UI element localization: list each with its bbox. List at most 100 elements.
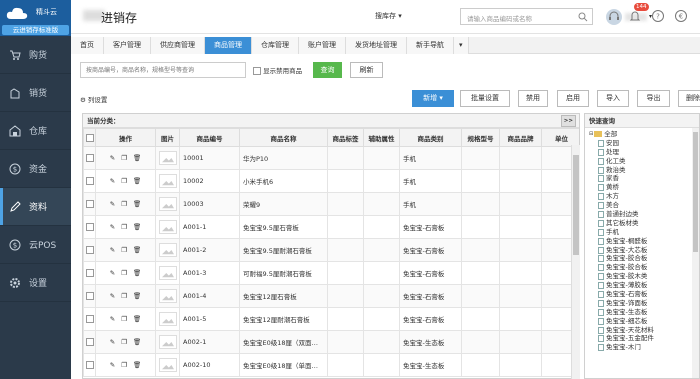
copy-icon[interactable]: ❐ — [121, 315, 127, 323]
edit-icon[interactable]: ✎ — [110, 246, 115, 254]
checkbox[interactable] — [253, 67, 261, 75]
bell-icon[interactable] — [628, 9, 642, 23]
row-checkbox-cell[interactable] — [83, 330, 96, 354]
sidebar-item-purchase[interactable]: 购货 — [0, 36, 71, 74]
sidebar-item-sales[interactable]: 销货 — [0, 74, 71, 112]
edit-icon[interactable]: ✎ — [110, 200, 115, 208]
enable-button[interactable]: 启用 — [557, 90, 589, 107]
copy-icon[interactable]: ❐ — [121, 246, 127, 254]
trash-icon[interactable]: 🗑 — [133, 200, 141, 208]
copy-icon[interactable]: ❐ — [121, 292, 127, 300]
copy-icon[interactable]: ❐ — [121, 361, 127, 369]
help-icon[interactable]: ? — [651, 9, 665, 23]
image-placeholder-icon[interactable] — [158, 220, 177, 234]
checkbox[interactable] — [85, 133, 94, 142]
checkbox[interactable] — [85, 200, 94, 208]
table-row[interactable]: ✎ ❐ 🗑 A001-1 免宝宝9.5厘石膏板 免宝宝-石膏板 — [83, 215, 579, 239]
copy-icon[interactable]: ❐ — [121, 154, 127, 162]
show-disabled-toggle[interactable]: 显示禁用商品 — [253, 65, 302, 75]
row-checkbox-cell[interactable] — [83, 146, 96, 170]
search-icon[interactable] — [578, 12, 588, 22]
table-row[interactable]: ✎ ❐ 🗑 A001-3 可耐福9.5厘耐潮石膏板 免宝宝-石膏板 — [83, 261, 579, 285]
table-row[interactable]: ✎ ❐ 🗑 A002-1 免宝宝E0级18厘（双面… 免宝宝-生态板 — [83, 330, 579, 354]
scroll-thumb[interactable] — [573, 155, 579, 255]
image-placeholder-icon[interactable] — [158, 243, 177, 257]
batch-settings-button[interactable]: 批量设置 — [460, 90, 510, 107]
checkbox[interactable] — [85, 177, 94, 185]
copy-icon[interactable]: ❐ — [121, 338, 127, 346]
sidebar-item-funds[interactable]: $ 资金 — [0, 150, 71, 188]
row-checkbox-cell[interactable] — [83, 307, 96, 331]
tree-node[interactable]: 手机 — [589, 228, 699, 237]
select-all-checkbox[interactable] — [83, 128, 96, 147]
image-placeholder-icon[interactable] — [158, 151, 177, 165]
tree-node[interactable]: 处理 — [589, 148, 699, 157]
checkbox[interactable] — [85, 315, 94, 323]
image-placeholder-icon[interactable] — [158, 266, 177, 280]
copy-icon[interactable]: ❐ — [121, 200, 127, 208]
import-button[interactable]: 导入 — [597, 90, 629, 107]
table-row[interactable]: ✎ ❐ 🗑 10001 华为P10 手机 — [83, 146, 579, 170]
table-row[interactable]: ✎ ❐ 🗑 10002 小米手机6 手机 — [83, 169, 579, 193]
tree-node[interactable]: 家香 — [589, 174, 699, 183]
tab-4[interactable]: 仓库管理 — [252, 37, 299, 54]
copy-icon[interactable]: ❐ — [121, 223, 127, 231]
collapse-tree-button[interactable]: >> — [560, 115, 576, 127]
delete-button[interactable]: 删除 — [678, 90, 700, 107]
edit-icon[interactable]: ✎ — [110, 223, 115, 231]
edit-icon[interactable]: ✎ — [110, 292, 115, 300]
checkbox[interactable] — [85, 269, 94, 277]
row-checkbox-cell[interactable] — [83, 353, 96, 377]
checkbox[interactable] — [85, 338, 94, 346]
image-placeholder-icon[interactable] — [158, 358, 177, 372]
refresh-button[interactable]: 刷新 — [350, 62, 383, 78]
export-button[interactable]: 导出 — [637, 90, 670, 107]
tab-2[interactable]: 供应商管理 — [151, 37, 205, 54]
disable-button[interactable]: 禁用 — [518, 90, 548, 107]
tab-7[interactable]: 新手导航 — [407, 37, 454, 54]
edit-icon[interactable]: ✎ — [110, 154, 115, 162]
grid-scrollbar[interactable] — [571, 145, 580, 379]
tab-3[interactable]: 商品管理 — [205, 37, 252, 54]
sidebar-item-settings[interactable]: 设置 — [0, 264, 71, 302]
new-button[interactable]: 新增 ▾ — [412, 90, 454, 107]
sidebar-item-data[interactable]: 资料 — [0, 188, 71, 226]
tab-5[interactable]: 账户管理 — [299, 37, 346, 54]
tree-node[interactable]: 其它板材类 — [589, 219, 699, 228]
trash-icon[interactable]: 🗑 — [133, 361, 141, 369]
tab-6[interactable]: 发货地址管理 — [346, 37, 407, 54]
tree-node[interactable]: 免宝宝-胶木类 — [589, 272, 699, 281]
image-placeholder-icon[interactable] — [158, 197, 177, 211]
tree-node[interactable]: 免宝宝-细芯板 — [589, 317, 699, 326]
image-placeholder-icon[interactable] — [158, 174, 177, 188]
tree-node[interactable]: 黄桥 — [589, 183, 699, 192]
table-row[interactable]: ✎ ❐ 🗑 A002-10 免宝宝E0级18厘（单面… 免宝宝-生态板 — [83, 353, 579, 377]
tree-node[interactable]: 美合 — [589, 201, 699, 210]
edit-icon[interactable]: ✎ — [110, 338, 115, 346]
sidebar-item-warehouse[interactable]: 仓库 — [0, 112, 71, 150]
tab-more-chevron-down-icon[interactable]: ▾ — [454, 37, 469, 54]
trash-icon[interactable]: 🗑 — [133, 177, 141, 185]
row-checkbox-cell[interactable] — [83, 215, 96, 239]
checkbox[interactable] — [85, 154, 94, 162]
tree-node[interactable]: 免宝宝-生态板 — [589, 308, 699, 317]
scroll-thumb[interactable] — [693, 132, 698, 252]
tree-node[interactable]: 木方 — [589, 192, 699, 201]
edit-icon[interactable]: ✎ — [110, 361, 115, 369]
search-scope-dropdown[interactable]: 搜库存 ▾ — [375, 11, 402, 21]
checkbox[interactable] — [85, 292, 94, 300]
trash-icon[interactable]: 🗑 — [133, 292, 141, 300]
checkbox[interactable] — [85, 361, 94, 369]
tree-node[interactable]: 免宝宝-胶合板 — [589, 263, 699, 272]
edit-icon[interactable]: ✎ — [110, 315, 115, 323]
tree-node[interactable]: 安园 — [589, 139, 699, 148]
row-checkbox-cell[interactable] — [83, 169, 96, 193]
edit-icon[interactable]: ✎ — [110, 177, 115, 185]
table-row[interactable]: ✎ ❐ 🗑 10003 荣耀9 手机 — [83, 192, 579, 216]
tree-node[interactable]: 免宝宝-木门 — [589, 343, 699, 352]
collapse-icon[interactable]: ⊟ — [589, 130, 593, 139]
trash-icon[interactable]: 🗑 — [133, 154, 141, 162]
image-placeholder-icon[interactable] — [158, 335, 177, 349]
tree-node-root[interactable]: ⊟ 全部 — [589, 130, 699, 139]
product-search-input[interactable] — [80, 62, 246, 78]
